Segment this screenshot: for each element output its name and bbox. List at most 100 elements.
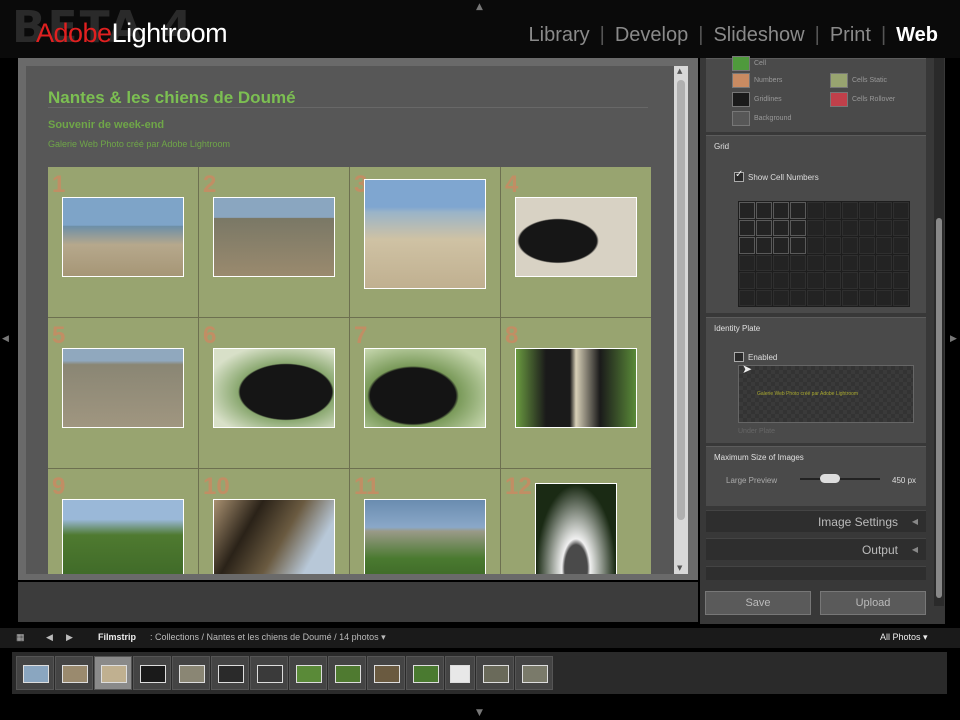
output-section-header[interactable]: Output ◀ — [706, 538, 926, 560]
filmstrip-thumb[interactable] — [16, 656, 54, 690]
scrollbar-thumb[interactable] — [677, 80, 685, 520]
bottom-panel-toggle-icon[interactable]: ▼ — [476, 708, 483, 718]
right-panel-scrollbar[interactable] — [934, 58, 944, 606]
cell-number: 7 — [354, 322, 368, 349]
filmstrip-path: Collections / Nantes et les chiens de Do… — [155, 632, 379, 642]
module-picker: Library | Develop | Slideshow | Print | … — [525, 24, 943, 47]
back-arrow-icon[interactable]: ◀ — [46, 632, 53, 643]
site-title[interactable]: Nantes & les chiens de Doumé — [48, 88, 296, 108]
gallery-cell-12[interactable]: 12 — [501, 469, 651, 574]
filmstrip-thumb[interactable] — [289, 656, 327, 690]
filmstrip-thumb[interactable] — [367, 656, 405, 690]
scroll-down-icon[interactable]: ▼ — [677, 564, 682, 572]
large-preview-label: Large Preview — [726, 476, 778, 485]
gallery-cell-10[interactable]: 10 — [199, 469, 349, 574]
image-size-slider-track[interactable] — [800, 478, 880, 480]
photo-dogs-running-sand[interactable] — [364, 179, 486, 289]
show-cell-numbers-checkbox[interactable] — [734, 169, 744, 182]
gallery-cell-9[interactable]: 9 — [48, 469, 198, 574]
left-panel-toggle-icon[interactable]: ◀ — [2, 334, 9, 344]
module-print[interactable]: Print — [826, 24, 875, 47]
photo-black-dog-trees[interactable] — [364, 348, 486, 428]
filmstrip-thumb[interactable] — [476, 656, 514, 690]
filmstrip-breadcrumb[interactable]: : Collections / Nantes et les chiens de … — [150, 632, 386, 643]
gallery-cell-5[interactable]: 5 — [48, 318, 198, 468]
photo-tree-landscape[interactable] — [62, 499, 184, 574]
preview-scrollbar[interactable]: ▲ ▼ — [674, 66, 688, 574]
filmstrip-thumb[interactable] — [445, 656, 475, 690]
identity-plate-preview[interactable]: Galerie Web Photo créé par Adobe Lightro… — [738, 365, 914, 423]
gallery-cell-8[interactable]: 8 — [501, 318, 651, 468]
filmstrip-thumb[interactable] — [133, 656, 171, 690]
filmstrip-thumb[interactable] — [328, 656, 366, 690]
collection-description[interactable]: Galerie Web Photo créé par Adobe Lightro… — [48, 139, 230, 149]
forward-arrow-icon[interactable]: ▶ — [66, 632, 73, 643]
grid-section-title: Grid — [714, 142, 730, 151]
cell-number: 1 — [52, 171, 66, 198]
color-swatch[interactable] — [830, 73, 848, 88]
show-cell-numbers-option[interactable]: Show Cell Numbers — [734, 169, 819, 182]
filmstrip-thumb[interactable] — [55, 656, 93, 690]
photo-dog-in-tree[interactable] — [213, 499, 335, 574]
photo-dogs-beach[interactable] — [62, 197, 184, 277]
color-row-gridlines[interactable]: Gridlines — [732, 92, 782, 107]
filmstrip-thumb[interactable] — [515, 656, 553, 690]
photo-three-dogs-grass[interactable] — [515, 348, 637, 428]
max-size-title: Maximum Size of Images — [714, 453, 804, 462]
filmstrip-thumb[interactable] — [406, 656, 444, 690]
color-swatch[interactable] — [732, 111, 750, 126]
filmstrip-thumb[interactable] — [211, 656, 249, 690]
identity-enabled-option[interactable]: Enabled — [734, 352, 777, 362]
color-row-numbers[interactable]: Numbers — [732, 73, 782, 88]
color-row-background[interactable]: Background — [732, 111, 791, 126]
filmstrip-thumb[interactable] — [94, 656, 132, 690]
mouse-cursor-icon: ➤ — [742, 362, 753, 376]
gallery-cell-6[interactable]: 6 — [199, 318, 349, 468]
photo-black-dog-closeup[interactable] — [213, 348, 335, 428]
color-swatch[interactable] — [732, 73, 750, 88]
scroll-up-icon[interactable]: ▲ — [677, 67, 682, 75]
gallery-cell-11[interactable]: 11 — [350, 469, 500, 574]
photo-chateau[interactable] — [364, 499, 486, 574]
save-button[interactable]: Save — [705, 591, 811, 615]
more-sections-header[interactable] — [706, 566, 926, 580]
grid-section: Grid Show Cell Numbers — [706, 135, 926, 313]
module-library[interactable]: Library — [525, 24, 594, 47]
module-separator: | — [698, 24, 704, 46]
image-size-value[interactable]: 450 px — [892, 476, 916, 485]
upload-button[interactable]: Upload — [820, 591, 926, 615]
color-swatch[interactable] — [732, 56, 750, 71]
color-row-cell[interactable]: Cell — [732, 56, 766, 71]
color-row-cells-static[interactable]: Cells Static — [830, 73, 887, 88]
app-logo: AdobeLightroom — [36, 18, 228, 49]
image-size-slider-knob[interactable] — [820, 474, 840, 483]
right-panel-scroll-thumb[interactable] — [936, 218, 942, 598]
photo-dog-beach-people[interactable] — [213, 197, 335, 277]
identity-enabled-label: Enabled — [748, 352, 778, 362]
filmstrip-thumb[interactable] — [250, 656, 288, 690]
grid-size-picker[interactable] — [738, 201, 910, 307]
color-swatch[interactable] — [830, 92, 848, 107]
gallery-cell-4[interactable]: 4 — [501, 167, 651, 317]
module-slideshow[interactable]: Slideshow — [709, 24, 808, 47]
filmstrip-filter[interactable]: All Photos ▾ — [880, 632, 928, 643]
gallery-cell-3[interactable]: 3 — [350, 167, 500, 317]
cell-number: 10 — [203, 473, 230, 500]
color-swatch[interactable] — [732, 92, 750, 107]
collection-title[interactable]: Souvenir de week-end — [48, 119, 164, 131]
color-row-cells-rollover[interactable]: Cells Rollover — [830, 92, 895, 107]
image-settings-section-header[interactable]: Image Settings ◀ — [706, 510, 926, 532]
identity-enabled-checkbox[interactable] — [734, 352, 744, 362]
gallery-cell-2[interactable]: 2 — [199, 167, 349, 317]
photo-black-dog-portrait[interactable] — [515, 197, 637, 277]
photo-two-dogs-shore[interactable] — [62, 348, 184, 428]
gallery-cell-1[interactable]: 1 — [48, 167, 198, 317]
photo-monument-trees[interactable] — [535, 483, 617, 574]
right-panel-toggle-icon[interactable]: ▶ — [950, 334, 957, 344]
gallery-cell-7[interactable]: 7 — [350, 318, 500, 468]
module-develop[interactable]: Develop — [611, 24, 692, 47]
grid-view-icon[interactable]: ▦ — [16, 632, 25, 643]
module-web[interactable]: Web — [892, 24, 942, 47]
top-panel-toggle-icon[interactable]: ▲ — [476, 2, 483, 12]
filmstrip-thumb[interactable] — [172, 656, 210, 690]
